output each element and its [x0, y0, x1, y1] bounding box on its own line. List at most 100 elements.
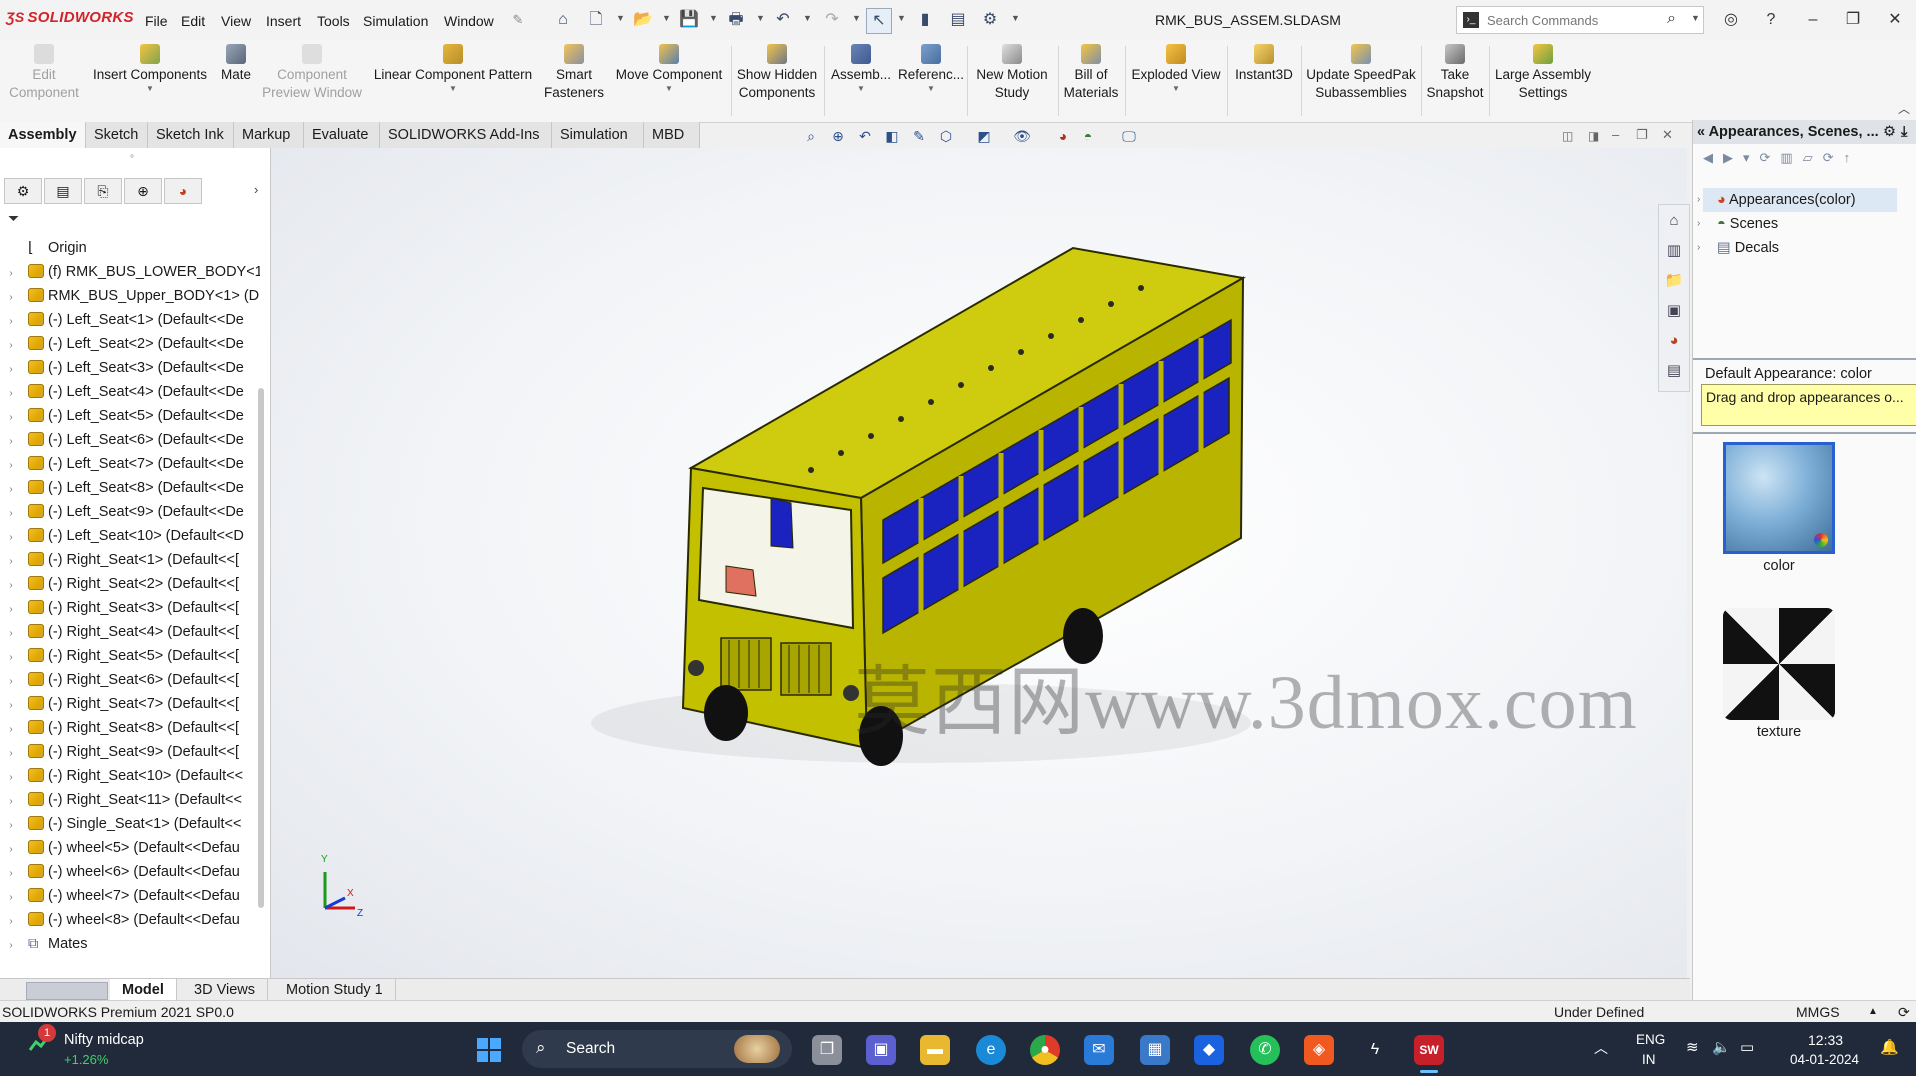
microsoft-store-icon[interactable]: ▦ [1140, 1035, 1170, 1065]
teams-chat-icon[interactable]: ▣ [866, 1035, 896, 1065]
volume-icon[interactable]: 🔈 [1712, 1038, 1731, 1056]
tree-item-component[interactable]: › (-) Right_Seat<3> (Default<<[ [4, 596, 260, 620]
pin-icon[interactable]: ✎ [506, 8, 530, 32]
edit-appearance-icon[interactable]: ◕ [1054, 127, 1072, 145]
chevron-right-icon[interactable]: › [4, 694, 18, 716]
pane-settings-icon[interactable]: ⚙ [1883, 120, 1896, 144]
chevron-right-icon[interactable]: › [4, 574, 18, 596]
chevron-down-icon[interactable]: ▼ [662, 13, 671, 23]
tree-item-component[interactable]: › (-) wheel<5> (Default<<Defau [4, 836, 260, 860]
chevron-right-icon[interactable]: › [4, 646, 18, 668]
tree-item-component[interactable]: › (-) Right_Seat<5> (Default<<[ [4, 644, 260, 668]
reference-geometry-button[interactable]: Referenc... ▼ [898, 44, 964, 94]
chevron-right-icon[interactable]: › [1697, 188, 1700, 212]
brave-browser-icon[interactable]: ◈ [1304, 1035, 1334, 1065]
task-view-icon[interactable]: ❐ [812, 1035, 842, 1065]
chevron-right-icon[interactable]: › [4, 910, 18, 932]
chevron-right-icon[interactable]: › [4, 358, 18, 380]
menu-insert[interactable]: Insert [266, 13, 301, 29]
whatsapp-icon[interactable]: ✆ [1250, 1035, 1280, 1065]
battery-icon[interactable]: ▭ [1740, 1038, 1754, 1056]
tree-item-component[interactable]: › (-) Right_Seat<6> (Default<<[ [4, 668, 260, 692]
tree-item-component[interactable]: › (-) Left_Seat<3> (Default<<De [4, 356, 260, 380]
unit-system[interactable]: MMGS [1796, 1001, 1840, 1023]
chevron-right-icon[interactable]: › [4, 886, 18, 908]
appearances-scenes-icon[interactable]: ◕ [1662, 329, 1686, 353]
tree-item-scenes[interactable]: › ◓ Scenes [1697, 212, 1778, 236]
large-assembly-settings-button[interactable]: Large Assembly Settings [1492, 44, 1594, 102]
filter-icon[interactable]: ⏷ [8, 210, 19, 227]
new-motion-study-button[interactable]: New Motion Study [970, 44, 1054, 102]
tree-item-component[interactable]: › (-) Left_Seat<9> (Default<<De [4, 500, 260, 524]
chevron-down-icon[interactable]: ▼ [756, 13, 765, 23]
chevron-right-icon[interactable]: › [4, 718, 18, 740]
view-palette-icon[interactable]: ▣ [1662, 299, 1686, 323]
undo-icon[interactable]: ↶ [771, 8, 795, 32]
search-commands-box[interactable]: ›_ Search Commands ⌕ ▼ [1456, 6, 1704, 34]
splitter-handle[interactable]: ° [130, 154, 134, 165]
chevron-right-icon[interactable]: › [4, 838, 18, 860]
tab-markup[interactable]: Markup [234, 122, 304, 148]
tree-item-mates[interactable]: › ⧉ Mates [4, 932, 260, 956]
file-properties-icon[interactable]: ▤ [946, 8, 970, 32]
tree-item-component[interactable]: › (-) Single_Seat<1> (Default<< [4, 812, 260, 836]
tree-item-component[interactable]: › (-) Left_Seat<2> (Default<<De [4, 332, 260, 356]
save-icon[interactable]: 💾 [677, 8, 701, 32]
show-hidden-components-button[interactable]: Show Hidden Components [734, 44, 820, 102]
solidworks-resources-home-icon[interactable]: ⌂ [1662, 209, 1686, 233]
chevron-down-icon[interactable]: ▼ [803, 13, 812, 23]
options-gear-icon[interactable]: ⚙ [978, 8, 1002, 32]
tree-item-component[interactable]: › (f) RMK_BUS_LOWER_BODY<1 [4, 260, 260, 284]
chevron-down-icon[interactable]: ▼ [1691, 13, 1700, 23]
user-account-icon[interactable]: ◎ [1718, 8, 1744, 32]
display-manager-icon[interactable]: ◕ [164, 178, 202, 204]
chevron-down-icon[interactable]: ▼ [828, 84, 894, 94]
chevron-up-icon[interactable]: ︿ [1594, 1038, 1608, 1058]
rebuild-icon[interactable]: ⟳ [1898, 1001, 1910, 1023]
menu-window[interactable]: Window [444, 13, 494, 29]
chevron-right-icon[interactable]: › [4, 262, 18, 284]
insert-components-button[interactable]: Insert Components ▼ [88, 44, 212, 94]
language-line1[interactable]: ENG [1636, 1032, 1665, 1047]
hide-show-items-icon[interactable]: 👁 [1013, 127, 1031, 145]
dropbox-icon[interactable]: ◆ [1194, 1035, 1224, 1065]
chevron-right-icon[interactable]: › [4, 406, 18, 428]
tree-scrollbar[interactable] [258, 388, 264, 908]
chevron-right-icon[interactable]: › [4, 766, 18, 788]
split-icon[interactable]: ◨ [1588, 129, 1599, 143]
clock-time[interactable]: 12:33 [1808, 1032, 1843, 1048]
tree-item-decals[interactable]: › ▤ Decals [1697, 236, 1779, 260]
chevron-right-icon[interactable]: › [1697, 236, 1700, 260]
bill-of-materials-button[interactable]: Bill of Materials [1060, 44, 1122, 102]
chevron-right-icon[interactable]: › [4, 526, 18, 548]
restore-button[interactable]: ❐ [1840, 8, 1866, 32]
task-pane-toolbar[interactable]: ◀▶▾⟳▥▱⟳↑ [1703, 150, 1860, 166]
menu-file[interactable]: File [145, 13, 168, 29]
chevron-right-icon[interactable]: › [1697, 212, 1700, 236]
file-explorer-icon[interactable]: ▬ [920, 1035, 950, 1065]
tree-origin[interactable]: ⌊ Origin [10, 236, 266, 260]
component-preview-window-button[interactable]: Component Preview Window [262, 44, 362, 102]
tree-item-component[interactable]: › (-) Left_Seat<5> (Default<<De [4, 404, 260, 428]
notifications-bell-icon[interactable]: 🔔 [1880, 1038, 1899, 1056]
tree-item-component[interactable]: › (-) wheel<6> (Default<<Defau [4, 860, 260, 884]
file-explorer-icon[interactable]: 📁 [1662, 269, 1686, 293]
chevron-right-icon[interactable]: › [4, 814, 18, 836]
tab-sketch[interactable]: Sketch [86, 122, 148, 148]
chevron-right-icon[interactable]: › [4, 934, 18, 956]
tree-item-component[interactable]: › (-) Left_Seat<1> (Default<<De [4, 308, 260, 332]
move-component-button[interactable]: Move Component ▼ [610, 44, 728, 94]
assembly-features-button[interactable]: Assemb... ▼ [828, 44, 894, 94]
edit-component-button[interactable]: Edit Component [4, 44, 84, 102]
tab-model[interactable]: Model [110, 979, 177, 1001]
solidworks-taskbar-icon[interactable]: SW [1414, 1035, 1444, 1065]
chevron-right-icon[interactable]: › [4, 430, 18, 452]
tree-item-component[interactable]: › (-) Left_Seat<10> (Default<<D [4, 524, 260, 548]
tree-item-component[interactable]: › (-) Right_Seat<7> (Default<<[ [4, 692, 260, 716]
pane-splitter[interactable] [1693, 432, 1916, 434]
app-lightning-icon[interactable]: ϟ [1360, 1035, 1390, 1065]
tab-motion-study-1[interactable]: Motion Study 1 [274, 979, 396, 1001]
tree-item-component[interactable]: › (-) Left_Seat<7> (Default<<De [4, 452, 260, 476]
chevron-right-icon[interactable]: › [4, 334, 18, 356]
texture-appearance-thumbnail[interactable] [1723, 608, 1835, 720]
